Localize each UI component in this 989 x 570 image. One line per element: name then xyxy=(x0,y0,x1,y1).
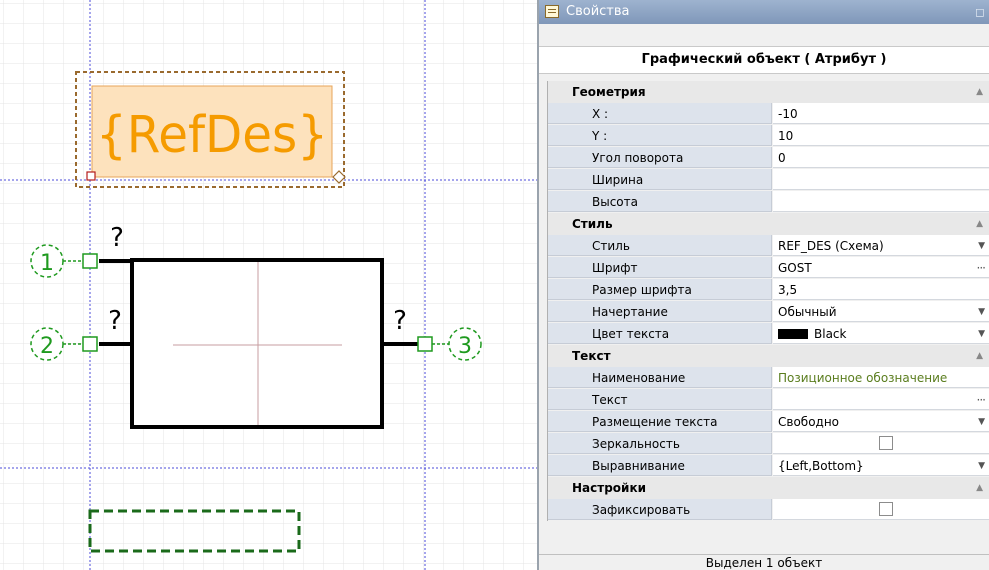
property-value-text[interactable]: ··· xyxy=(773,389,989,410)
property-value-text-color[interactable]: Black ▼ xyxy=(773,323,989,344)
panel-titlebar[interactable]: Свойства ◻ xyxy=(539,0,989,24)
refdes-attribute[interactable]: {RefDes} xyxy=(75,71,346,188)
property-name: Начертание xyxy=(548,301,772,322)
dropdown-arrow-icon[interactable]: ▼ xyxy=(978,455,985,475)
property-row-text-color[interactable]: Цвет текста Black ▼ xyxy=(548,323,989,345)
property-name: X : xyxy=(548,103,772,124)
pin-2-number: 2 xyxy=(40,334,54,359)
pin-2-endpoint[interactable] xyxy=(82,336,98,352)
property-value-height[interactable] xyxy=(773,191,989,212)
color-swatch xyxy=(778,329,808,339)
property-name: Размер шрифта xyxy=(548,279,772,300)
property-row-font[interactable]: Шрифт GOST ··· xyxy=(548,257,989,279)
category-label: Стиль xyxy=(572,217,613,231)
schematic-canvas[interactable]: {RefDes} ? ? ? 1 2 3 xyxy=(0,0,537,570)
category-style[interactable]: Стиль ▲ xyxy=(548,213,989,235)
mirror-checkbox[interactable] xyxy=(879,436,893,450)
lock-checkbox[interactable] xyxy=(879,502,893,516)
ellipsis-icon[interactable]: ··· xyxy=(977,257,987,277)
property-name: Зеркальность xyxy=(548,433,772,454)
property-value-font[interactable]: GOST ··· xyxy=(773,257,989,278)
property-row-rotation[interactable]: Угол поворота 0 xyxy=(548,147,989,169)
property-row-text[interactable]: Текст ··· xyxy=(548,389,989,411)
property-name: Высота xyxy=(548,191,772,212)
property-row-width[interactable]: Ширина xyxy=(548,169,989,191)
dropdown-arrow-icon[interactable]: ▼ xyxy=(978,235,985,255)
property-value-font-size[interactable]: 3,5 xyxy=(773,279,989,300)
pin-3-name: ? xyxy=(393,306,407,336)
property-value-alignment[interactable]: {Left,Bottom} ▼ xyxy=(773,455,989,476)
property-row-style[interactable]: Стиль REF_DES (Схема) ▼ xyxy=(548,235,989,257)
property-row-y[interactable]: Y : 10 xyxy=(548,125,989,147)
property-value-y[interactable]: 10 xyxy=(773,125,989,146)
property-row-name[interactable]: Наименование Позиционное обозначение xyxy=(548,367,989,389)
property-grid: Геометрия ▲ X : -10 Y : 10 Угол поворота… xyxy=(547,81,989,521)
chevron-up-icon[interactable]: ▲ xyxy=(976,477,983,499)
property-row-alignment[interactable]: Выравнивание {Left,Bottom} ▼ xyxy=(548,455,989,477)
pin-1-name: ? xyxy=(110,223,124,253)
property-row-height[interactable]: Высота xyxy=(548,191,989,213)
property-name: Угол поворота xyxy=(548,147,772,168)
font-style-value-text: Обычный xyxy=(778,305,837,319)
pin-2-name: ? xyxy=(108,306,122,336)
chevron-up-icon[interactable]: ▲ xyxy=(976,213,983,235)
category-settings[interactable]: Настройки ▲ xyxy=(548,477,989,499)
panel-title: Свойства xyxy=(566,4,630,19)
close-icon[interactable]: ◻ xyxy=(975,0,985,24)
property-value-width[interactable] xyxy=(773,169,989,190)
property-value-x[interactable]: -10 xyxy=(773,103,989,124)
property-name: Стиль xyxy=(548,235,772,256)
chevron-up-icon[interactable]: ▲ xyxy=(976,345,983,367)
property-name: Размещение текста xyxy=(548,411,772,432)
placement-value-text: Свободно xyxy=(778,415,840,429)
pin-3-endpoint[interactable] xyxy=(417,336,433,352)
property-row-x[interactable]: X : -10 xyxy=(548,103,989,125)
style-value-text: REF_DES (Схема) xyxy=(778,239,884,253)
dropdown-arrow-icon[interactable]: ▼ xyxy=(978,411,985,431)
pin-1-number: 1 xyxy=(40,251,54,276)
schematic-drawing[interactable]: {RefDes} ? ? ? 1 2 3 xyxy=(0,0,537,570)
property-value-style[interactable]: REF_DES (Схема) ▼ xyxy=(773,235,989,256)
pin-1-endpoint[interactable] xyxy=(82,253,98,269)
ellipsis-icon[interactable]: ··· xyxy=(977,389,987,409)
property-name: Текст xyxy=(548,389,772,410)
property-row-lock[interactable]: Зафиксировать xyxy=(548,499,989,521)
anchor-handle[interactable] xyxy=(86,171,96,181)
property-name: Наименование xyxy=(548,367,772,388)
property-value-mirror xyxy=(773,433,989,454)
alignment-value-text: {Left,Bottom} xyxy=(778,459,864,473)
property-value-font-style[interactable]: Обычный ▼ xyxy=(773,301,989,322)
property-name: Цвет текста xyxy=(548,323,772,344)
property-name: Шрифт xyxy=(548,257,772,278)
pin-3-number: 3 xyxy=(458,334,472,359)
chevron-up-icon[interactable]: ▲ xyxy=(976,81,983,103)
category-geometry[interactable]: Геометрия ▲ xyxy=(548,81,989,103)
property-name: Y : xyxy=(548,125,772,146)
property-name: Выравнивание xyxy=(548,455,772,476)
properties-icon xyxy=(545,5,559,18)
component-body xyxy=(130,258,384,429)
property-value-lock xyxy=(773,499,989,520)
color-value-text: Black xyxy=(814,327,847,341)
category-label: Текст xyxy=(572,349,611,363)
property-name: Зафиксировать xyxy=(548,499,772,520)
category-text[interactable]: Текст ▲ xyxy=(548,345,989,367)
property-name: Ширина xyxy=(548,169,772,190)
category-label: Геометрия xyxy=(572,85,646,99)
status-bar: Выделен 1 объект xyxy=(539,554,989,570)
category-label: Настройки xyxy=(572,481,647,495)
property-row-text-placement[interactable]: Размещение текста Свободно ▼ xyxy=(548,411,989,433)
property-value-text-placement[interactable]: Свободно ▼ xyxy=(773,411,989,432)
refdes-text: {RefDes} xyxy=(96,106,328,165)
property-row-mirror[interactable]: Зеркальность xyxy=(548,433,989,455)
property-value-name[interactable]: Позиционное обозначение xyxy=(773,367,989,388)
font-value-text: GOST xyxy=(778,261,812,275)
dropdown-arrow-icon[interactable]: ▼ xyxy=(978,301,985,321)
property-row-font-size[interactable]: Размер шрифта 3,5 xyxy=(548,279,989,301)
property-row-font-style[interactable]: Начертание Обычный ▼ xyxy=(548,301,989,323)
properties-panel: Свойства ◻ Графический объект ( Атрибут … xyxy=(537,0,989,570)
property-value-rotation[interactable]: 0 xyxy=(773,147,989,168)
object-header: Графический объект ( Атрибут ) xyxy=(539,46,989,74)
dropdown-arrow-icon[interactable]: ▼ xyxy=(978,323,985,343)
